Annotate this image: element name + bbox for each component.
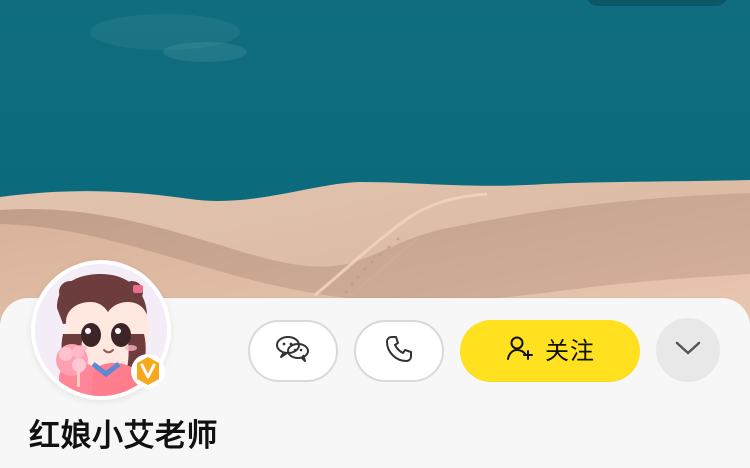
top-status-pill bbox=[586, 0, 728, 6]
follow-button-label: 关注 bbox=[545, 337, 595, 365]
wechat-icon bbox=[274, 334, 312, 368]
follow-user-icon bbox=[505, 334, 535, 368]
chevron-down-icon bbox=[674, 339, 702, 361]
more-options-button[interactable] bbox=[656, 318, 720, 382]
follow-button[interactable]: 关注 bbox=[460, 320, 640, 382]
profile-screen: 关注 红娘小艾老师 bbox=[0, 0, 750, 468]
follow-button-content: 关注 bbox=[505, 334, 595, 368]
wechat-button[interactable] bbox=[248, 320, 338, 382]
phone-button[interactable] bbox=[354, 320, 444, 382]
verified-badge bbox=[131, 354, 165, 388]
phone-icon bbox=[383, 333, 415, 369]
profile-name: 红娘小艾老师 bbox=[29, 418, 218, 454]
